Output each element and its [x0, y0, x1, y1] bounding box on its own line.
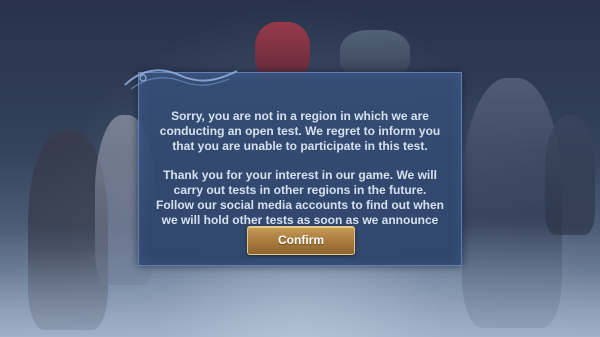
confirm-button[interactable]: Confirm [247, 226, 355, 255]
dialog-message-paragraph-1: Sorry, you are not in a region in which … [159, 109, 441, 153]
region-notice-dialog: Sorry, you are not in a region in which … [124, 69, 462, 266]
decorative-swirl-icon [124, 69, 238, 90]
character-silhouette-right-far [545, 115, 595, 235]
